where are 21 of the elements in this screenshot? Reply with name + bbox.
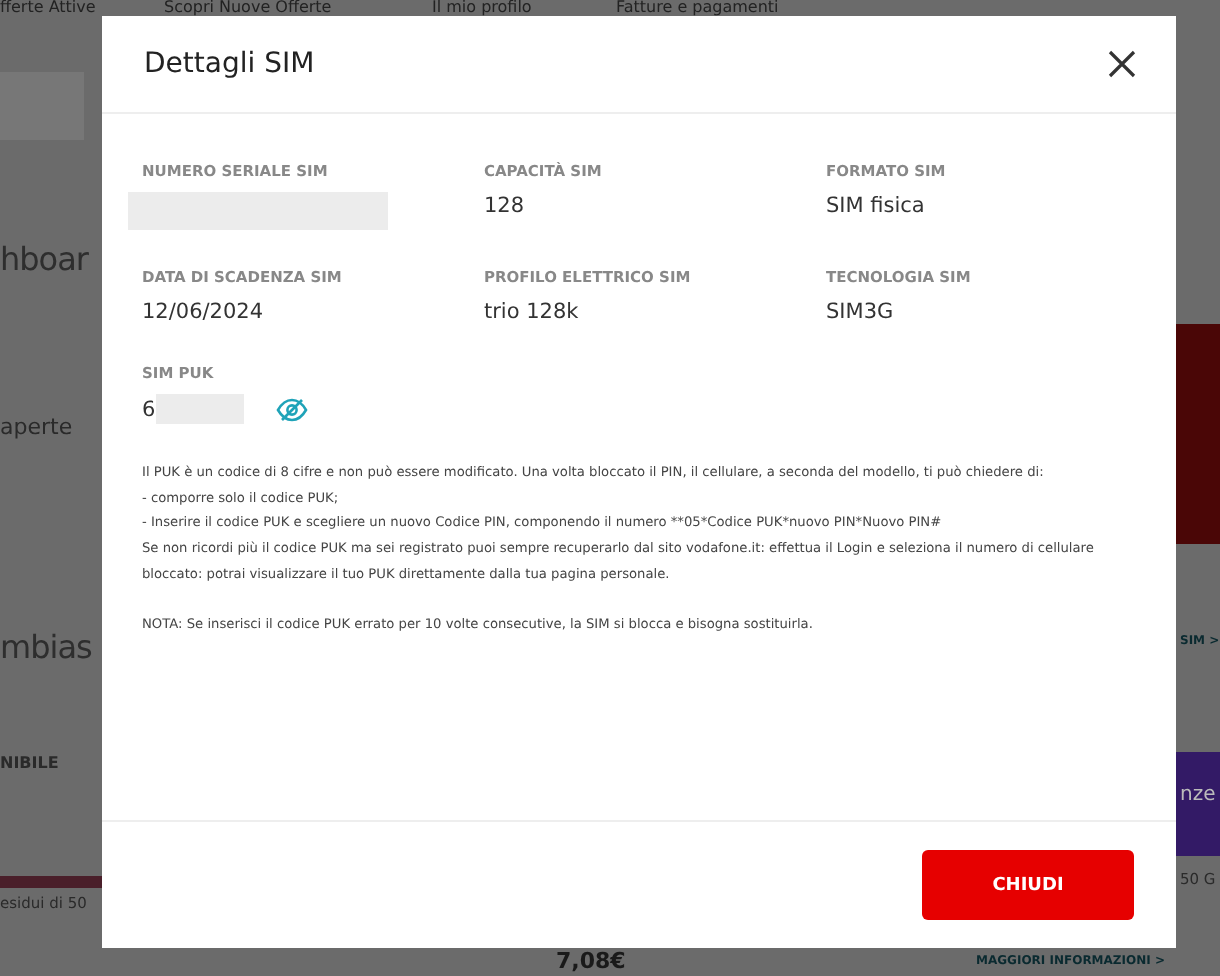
dialog-title: Dettagli SIM	[144, 48, 315, 80]
background-text: aperte	[0, 414, 73, 440]
background-text: hboar	[0, 240, 88, 278]
background-text: mbias	[0, 628, 92, 666]
field-value: SIM fisica	[826, 192, 927, 220]
background-text: NIBILE	[0, 754, 59, 772]
nav-link[interactable]: fferte Attive	[0, 0, 96, 16]
background-text: nze	[1180, 784, 1216, 806]
close-icon[interactable]	[1108, 50, 1136, 78]
price-text: 7,08€	[556, 948, 626, 974]
eye-slash-icon[interactable]	[275, 397, 308, 421]
field-value: 6	[142, 395, 156, 423]
field-value: SIM3G	[826, 298, 896, 326]
field-value: 128	[484, 192, 527, 220]
nav-link[interactable]: Il mio profilo	[432, 0, 532, 16]
banner	[1176, 752, 1220, 856]
field-value: 12/06/2024	[142, 298, 266, 326]
field-value: trio 128k	[484, 298, 581, 326]
nav-link[interactable]: Scopri Nuove Offerte	[164, 0, 332, 16]
nav-link[interactable]: Fatture e pagamenti	[616, 0, 779, 16]
close-button[interactable]: CHIUDI	[922, 850, 1134, 920]
